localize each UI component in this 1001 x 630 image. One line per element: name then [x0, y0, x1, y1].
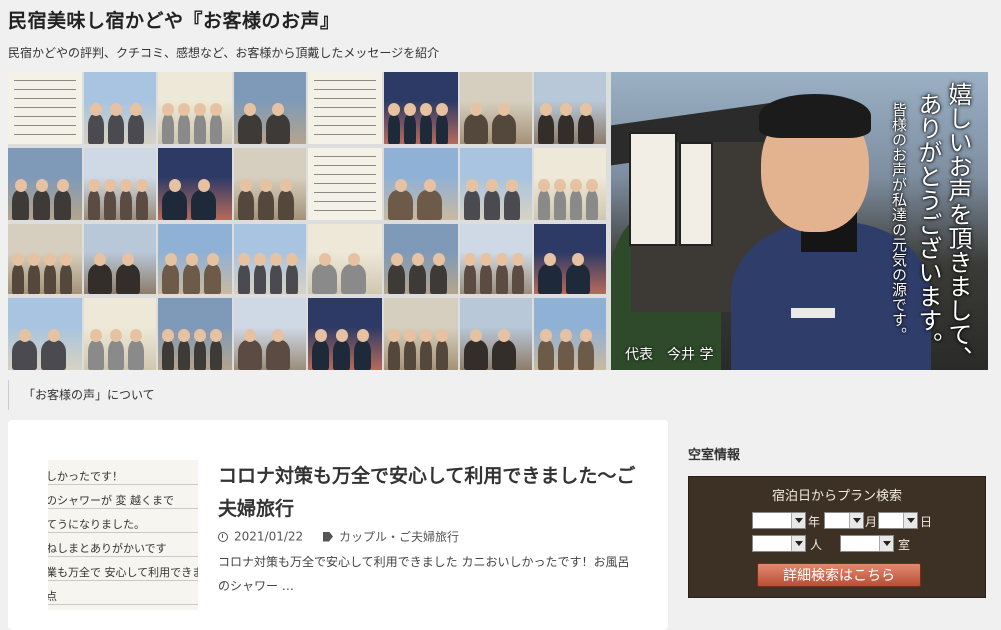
guest-photo-tile [234, 298, 306, 370]
inn-sign-small [679, 142, 713, 246]
guest-photo-tile [84, 72, 156, 144]
guest-photo-tile [234, 148, 306, 220]
guest-photo-tile [384, 298, 458, 370]
guest-photo-tile [460, 72, 532, 144]
handwritten-line: てうになりました。 [48, 518, 145, 531]
chevron-down-icon [791, 536, 805, 551]
site-description: 民宿かどやの評判、クチコミ、感想など、お客様から頂戴したメッセージを紹介 [8, 46, 440, 60]
guest-photo-tile [308, 72, 382, 144]
guest-photo-tile [8, 224, 82, 294]
sidebar-heading: 空室情報 [688, 448, 741, 463]
guest-photo-tile [460, 148, 532, 220]
handwritten-line: 点 [48, 590, 57, 603]
room-unit: 室 [898, 538, 911, 552]
chevron-down-icon [879, 536, 893, 551]
chevron-down-icon [849, 513, 863, 528]
guest-photo-tile [8, 298, 82, 370]
month-unit: 月 [865, 515, 878, 529]
plan-search-title: 宿泊日からプラン検索 [771, 489, 902, 504]
guest-photo-tile [84, 148, 156, 220]
guest-photo-tile [308, 298, 382, 370]
guest-photo-tile [84, 224, 156, 294]
guest-photo-tile [460, 298, 532, 370]
guest-photo-tile [308, 148, 382, 220]
post-meta: 2021/01/22 カップル・ご夫婦旅行 [218, 528, 459, 545]
guest-photo-tile [234, 72, 306, 144]
owner-badge [791, 308, 835, 318]
guest-photo-tile [308, 224, 382, 294]
detailed-search-button[interactable]: 詳細検索はこちら [757, 563, 921, 587]
month-select[interactable] [824, 512, 864, 529]
post-thumbnail[interactable]: しかったです！ のシャワーが 変 越くまで てうになりました。ねしまとありがかいです… [48, 460, 198, 610]
handwritten-line: ねしまとありがかいです [48, 542, 167, 555]
guest-photo-tile [8, 148, 82, 220]
people-select[interactable] [752, 535, 806, 552]
post-date: 2021/01/22 [234, 529, 304, 544]
chevron-down-icon [903, 513, 917, 528]
guest-photo-tile [460, 224, 532, 294]
banner-message-2: ありがとうございます。 [914, 92, 942, 356]
post-category[interactable]: カップル・ご夫婦旅行 [339, 530, 459, 544]
guest-photo-tile [158, 72, 232, 144]
banner-message-3: 皆様のお声が私達の元気の源です。 [890, 102, 908, 342]
breadcrumb[interactable]: 「お客様の声」について [8, 380, 988, 410]
guest-photo-tile [158, 298, 232, 370]
room-select[interactable] [840, 535, 894, 552]
guest-photo-tile [384, 72, 458, 144]
guest-photo-tile [384, 224, 458, 294]
handwritten-line: 業も万全で 安心して利用できまし [48, 566, 198, 579]
guest-photo-tile [534, 148, 606, 220]
day-select[interactable] [878, 512, 918, 529]
handwritten-line: のシャワーが 変 越くまで [48, 494, 174, 507]
post-title[interactable]: コロナ対策も万全で安心して利用できました〜ご夫婦旅行 [218, 460, 638, 526]
representative-name: 代表 今井 学 [625, 347, 714, 363]
site-title[interactable]: 民宿美味し宿かどや『お客様のお声』 [8, 6, 340, 33]
guest-photo-tile [158, 148, 232, 220]
guest-photo-tile [84, 298, 156, 370]
post-card[interactable]: しかったです！ のシャワーが 変 越くまで てうになりました。ねしまとありがかいです… [8, 420, 668, 630]
guest-photo-tile [534, 298, 606, 370]
day-unit: 日 [920, 515, 933, 529]
chevron-down-icon [791, 513, 805, 528]
tag-icon [323, 531, 333, 542]
owner-photo: 嬉しいお声を頂きまして、 ありがとうございます。 皆様のお声が私達の元気の源です… [611, 72, 988, 370]
banner-message-1: 嬉しいお声を頂きまして、 [944, 82, 972, 370]
header-banner: 嬉しいお声を頂きまして、 ありがとうございます。 皆様のお声が私達の元気の源です… [8, 72, 988, 370]
year-unit: 年 [808, 515, 821, 529]
owner-hair [759, 94, 871, 138]
inn-sign [629, 132, 677, 246]
post-excerpt: コロナ対策も万全で安心して利用できました カニおいしかったです！お風呂のシャワー… [218, 555, 630, 593]
guest-photo-tile [384, 148, 458, 220]
guest-photo-tile [8, 72, 82, 144]
clock-icon [218, 531, 228, 542]
year-select[interactable] [752, 512, 806, 529]
plan-search-widget: 宿泊日からプラン検索 年 月 日 人 室 詳細検索はこちら [688, 476, 986, 598]
guest-photo-tile [534, 224, 606, 294]
guest-photo-tile [534, 72, 606, 144]
handwritten-line: しかったです！ [48, 470, 123, 483]
guest-photo-tile [234, 224, 306, 294]
guest-photo-tile [158, 224, 232, 294]
people-unit: 人 [810, 538, 823, 552]
